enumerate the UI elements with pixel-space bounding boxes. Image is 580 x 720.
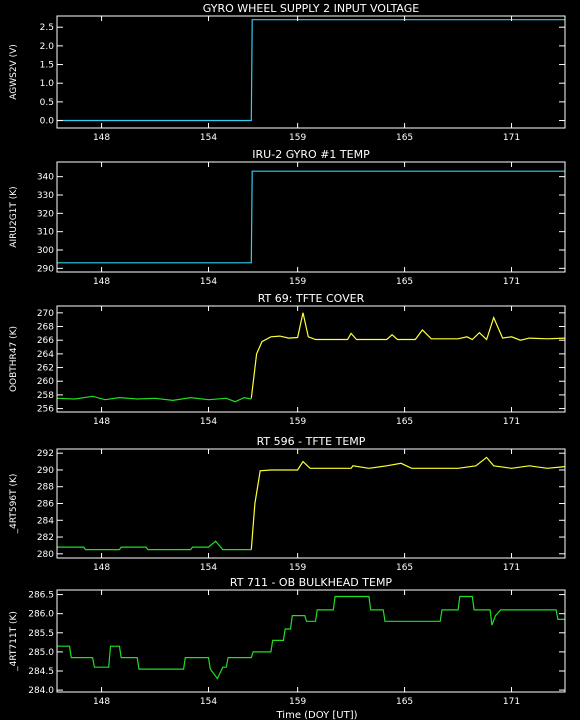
x-tick-label-1-1: 148 bbox=[93, 133, 110, 143]
y-axis-label-1: AGWS2V (V) bbox=[9, 44, 19, 100]
x-tick-label-3-4: 165 bbox=[396, 417, 413, 427]
y-tick-label-5-1: 284.0 bbox=[28, 686, 54, 696]
x-tick-label-1-4: 165 bbox=[396, 133, 413, 143]
y-tick-label-1-2: 0.5 bbox=[40, 98, 54, 108]
x-axis-label: Time (DOY [UT]) bbox=[276, 710, 358, 720]
y-tick-label-3-3: 260 bbox=[37, 377, 54, 387]
x-tick-label-4-5: 171 bbox=[503, 563, 520, 573]
y-tick-label-3-8: 270 bbox=[37, 309, 54, 319]
chart-title-2: IRU-2 GYRO #1 TEMP bbox=[252, 148, 370, 161]
y-tick-label-5-6: 286.5 bbox=[28, 591, 54, 601]
chart-title-3: RT 69: TFTE COVER bbox=[258, 292, 365, 305]
y-tick-label-3-4: 262 bbox=[37, 364, 54, 374]
y-tick-label-2-3: 310 bbox=[37, 228, 54, 238]
y-tick-label-2-6: 340 bbox=[37, 173, 54, 183]
y-tick-label-2-2: 300 bbox=[37, 246, 54, 256]
y-tick-label-4-1: 280 bbox=[37, 550, 54, 560]
x-tick-label-2-3: 159 bbox=[289, 277, 306, 287]
y-tick-label-4-5: 288 bbox=[37, 483, 54, 493]
y-axis-label-3: OOBTHR47 (K) bbox=[9, 326, 19, 392]
chart-title-4: RT 596 - TFTE TEMP bbox=[257, 435, 366, 448]
y-tick-label-5-5: 286.0 bbox=[28, 610, 54, 620]
x-tick-label-4-3: 159 bbox=[289, 563, 306, 573]
y-tick-label-2-1: 290 bbox=[37, 264, 54, 274]
y-tick-label-3-1: 256 bbox=[37, 405, 54, 415]
x-tick-label-1-5: 171 bbox=[503, 133, 520, 143]
y-tick-label-4-2: 282 bbox=[37, 533, 54, 543]
y-tick-label-3-6: 266 bbox=[37, 336, 54, 346]
x-tick-label-1-3: 159 bbox=[289, 133, 306, 143]
y-axis-label-5: _4RT711T (K) bbox=[9, 611, 19, 672]
x-tick-label-3-1: 148 bbox=[93, 417, 110, 427]
y-tick-label-3-5: 264 bbox=[37, 350, 54, 360]
x-tick-label-1-2: 154 bbox=[200, 133, 217, 143]
x-tick-label-2-2: 154 bbox=[200, 277, 217, 287]
y-tick-label-4-3: 284 bbox=[37, 516, 54, 526]
figure: GYRO WHEEL SUPPLY 2 INPUT VOLTAGE AGWS2V … bbox=[0, 0, 580, 720]
y-tick-label-5-4: 285.5 bbox=[28, 629, 54, 639]
y-tick-label-3-2: 258 bbox=[37, 391, 54, 401]
y-tick-label-1-1: 0.0 bbox=[40, 117, 55, 127]
y-tick-label-1-4: 1.5 bbox=[40, 61, 54, 71]
chart-title-5: RT 711 - OB BULKHEAD TEMP bbox=[230, 576, 393, 589]
chart-title-1: GYRO WHEEL SUPPLY 2 INPUT VOLTAGE bbox=[203, 2, 420, 15]
y-axis-label-2: AIRU2G1T (K) bbox=[9, 186, 19, 247]
x-tick-label-5-1: 148 bbox=[93, 697, 110, 707]
x-tick-label-5-3: 159 bbox=[289, 697, 306, 707]
x-tick-label-4-4: 165 bbox=[396, 563, 413, 573]
y-tick-label-4-7: 292 bbox=[37, 449, 54, 459]
y-tick-label-1-5: 2.0 bbox=[40, 42, 55, 52]
y-tick-label-5-2: 284.5 bbox=[28, 667, 54, 677]
y-tick-label-3-7: 268 bbox=[37, 323, 54, 333]
y-tick-label-4-4: 286 bbox=[37, 500, 54, 510]
x-tick-label-5-2: 154 bbox=[200, 697, 217, 707]
y-tick-label-4-6: 290 bbox=[37, 466, 54, 476]
x-tick-label-3-2: 154 bbox=[200, 417, 217, 427]
y-tick-label-5-3: 285.0 bbox=[28, 648, 54, 658]
x-tick-label-2-5: 171 bbox=[503, 277, 520, 287]
x-tick-label-2-1: 148 bbox=[93, 277, 110, 287]
y-tick-label-2-4: 320 bbox=[37, 209, 54, 219]
x-tick-label-5-5: 171 bbox=[503, 697, 520, 707]
y-tick-label-2-5: 330 bbox=[37, 191, 54, 201]
y-tick-label-1-3: 1.0 bbox=[40, 79, 55, 89]
x-tick-label-4-1: 148 bbox=[93, 563, 110, 573]
x-tick-label-4-2: 154 bbox=[200, 563, 217, 573]
x-tick-label-3-3: 159 bbox=[289, 417, 306, 427]
y-tick-label-1-6: 2.5 bbox=[40, 23, 54, 33]
x-tick-label-3-5: 171 bbox=[503, 417, 520, 427]
y-axis-label-4: _4RT596T (K) bbox=[9, 474, 19, 535]
x-tick-label-2-4: 165 bbox=[396, 277, 413, 287]
x-tick-label-5-4: 165 bbox=[396, 697, 413, 707]
